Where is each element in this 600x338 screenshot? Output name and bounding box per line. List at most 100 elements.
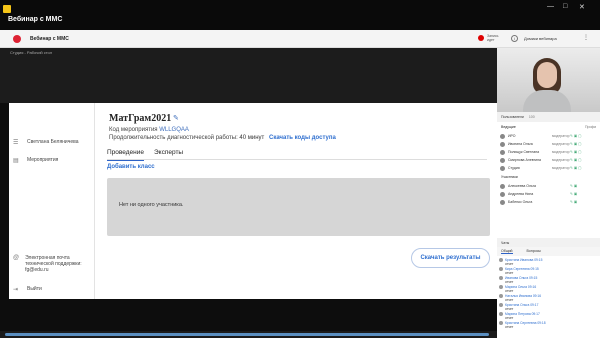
edit-pencil-icon[interactable]: ✎ <box>173 114 179 122</box>
sidebar-item-user[interactable]: ☰ Светлана Беляничева <box>13 139 78 146</box>
info-icon[interactable]: i <box>511 35 518 42</box>
event-code: Код мероприятия WLLGQAA <box>109 127 189 133</box>
list-item[interactable]: Ивонина Ольга модератор ✎ ▣ ▢ <box>500 140 597 148</box>
participant-name: Смирнова Алевтина <box>508 158 541 162</box>
participant-role: модератор <box>552 158 570 162</box>
avatar <box>500 165 505 171</box>
avatar <box>500 133 505 139</box>
event-code-value: WLLGQAA <box>159 127 189 133</box>
app-icon <box>3 5 11 13</box>
participant-controls[interactable]: ✎ ▣ <box>570 192 577 196</box>
avatar <box>499 321 503 325</box>
empty-message: Нет ни одного участника. <box>119 202 184 208</box>
breadcrumb: Студия - Рабочий стол <box>10 50 53 55</box>
app-toolbar: Вебинар с ММС Запись идет i Домики вебин… <box>0 30 600 48</box>
chat-message: Наталья Иванова 09:16 отчет <box>499 294 541 302</box>
participants-title: Пользователи <box>501 115 524 119</box>
logout-icon: ⇥ <box>13 287 19 293</box>
duration-label: Продолжительность диагностической работы… <box>109 135 238 141</box>
list-item[interactable]: Полищук Светлана модератор ✎ ▣ ▢ <box>500 148 597 156</box>
list-item[interactable]: ИРО модератор ✎ ▣ ▢ <box>500 132 597 140</box>
chat-tabs: Общий Вопросы <box>497 247 600 256</box>
avatar <box>499 267 503 271</box>
participant-controls[interactable]: ✎ ▣ <box>570 200 577 204</box>
tab-chat-general[interactable]: Общий <box>501 249 513 254</box>
download-results-button[interactable]: Скачать результаты <box>411 248 490 268</box>
sort-label[interactable]: Профи <box>585 125 596 129</box>
horizontal-scrollbar[interactable] <box>0 331 497 338</box>
participant-name: Андреева Нина <box>508 192 534 196</box>
brand-name: Вебинар с ММС <box>30 36 69 42</box>
chat-message: Марина Петрова 09:17 отчет <box>499 312 540 320</box>
section-participants: Участники <box>501 175 518 179</box>
list-item[interactable]: Смирнова Алевтина модератор ✎ ▣ ▢ <box>500 156 597 164</box>
tabs-divider <box>107 159 487 160</box>
participant-controls[interactable]: ✎ ▣ ▢ <box>570 166 582 170</box>
support-email: Электронная почта технической поддержки:… <box>25 255 82 273</box>
participant-controls[interactable]: ✎ ▣ ▢ <box>570 150 582 154</box>
participant-name: Бабенко Ольга <box>508 200 533 204</box>
minimize-button[interactable]: — <box>547 3 554 10</box>
participant-controls[interactable]: ✎ ▣ ▢ <box>570 142 582 146</box>
sidebar-item-label: Мероприятия <box>27 157 59 163</box>
participant-name: Студия <box>508 166 520 170</box>
menu-icon: ☰ <box>13 140 19 146</box>
chat-panel: Чаты Общий Вопросы Кристина Иванова 09:1… <box>497 238 600 338</box>
participant-name: ИРО <box>508 134 516 138</box>
brand-logo-icon <box>13 35 21 43</box>
list-item[interactable]: Бабенко Ольга ✎ ▣ <box>500 198 597 206</box>
list-item[interactable]: Студия модератор ✎ ▣ ▢ <box>500 164 597 172</box>
shared-screen: ☰ Светлана Беляничева ▤ Мероприятия @ Эл… <box>9 103 497 299</box>
sidebar-item-events[interactable]: ▤ Мероприятия <box>13 157 58 164</box>
sidebar-item-logout[interactable]: ⇥ Выйти <box>13 286 42 293</box>
participant-name: Алексеева Ольга <box>508 184 536 188</box>
record-status: Запись идет <box>487 34 498 42</box>
list-item[interactable]: Алексеева Ольга ✎ ▣ <box>500 182 597 190</box>
participant-controls[interactable]: ✎ ▣ ▢ <box>570 158 582 162</box>
at-icon: @ <box>13 255 20 261</box>
chat-text: отчет <box>505 298 514 302</box>
download-codes-link[interactable]: Скачать коды доступа <box>269 135 336 141</box>
stage-background <box>0 48 497 103</box>
avatar <box>500 199 505 205</box>
tab-chat-questions[interactable]: Вопросы <box>527 249 541 254</box>
avatar <box>499 312 503 316</box>
window-titlebar: Вебинар с ММС — □ ✕ <box>0 0 600 30</box>
chat-text: отчет <box>505 280 514 284</box>
participant-name: Полищук Светлана <box>508 150 540 154</box>
avatar <box>500 149 505 155</box>
event-main: МатГрам2021 ✎ Код мероприятия WLLGQAA Пр… <box>97 103 497 299</box>
participant-controls[interactable]: ✎ ▣ ▢ <box>570 134 582 138</box>
chat-message: Кристина Сергеевна 09:18 отчет <box>499 321 546 329</box>
maximize-button[interactable]: □ <box>563 3 567 10</box>
avatar <box>499 276 503 280</box>
chat-message: Кира Сергеевна 09:15 отчет <box>499 267 539 275</box>
chat-message: Иванова Ольга 09:15 отчет <box>499 276 537 284</box>
event-code-label: Код мероприятия <box>109 127 158 133</box>
close-button[interactable]: ✕ <box>579 3 585 11</box>
participant-role: модератор <box>552 134 570 138</box>
more-menu-icon[interactable]: ⋮ <box>583 34 589 41</box>
record-icon[interactable] <box>478 35 484 41</box>
avatar <box>500 141 505 147</box>
avatar <box>500 157 505 163</box>
chat-text: отчет <box>505 262 514 266</box>
speaker-face <box>537 62 557 88</box>
event-duration: Продолжительность диагностической работы… <box>109 135 336 141</box>
chat-text: отчет <box>505 307 514 311</box>
chat-text: отчет <box>505 325 514 329</box>
scrollbar-thumb[interactable] <box>5 333 489 336</box>
participants-header[interactable]: Пользователи 100 <box>497 112 600 122</box>
sidebar-item-support[interactable]: @ Электронная почта технической поддержк… <box>13 255 93 273</box>
record-status-line2: идет <box>487 38 495 42</box>
add-class-link[interactable]: Добавить класс <box>107 164 155 170</box>
avatar <box>500 191 505 197</box>
window-title: Вебинар с ММС <box>8 16 63 23</box>
list-item[interactable]: Андреева Нина ✎ ▣ <box>500 190 597 198</box>
document-icon: ▤ <box>13 158 19 164</box>
sidebar: ☰ Светлана Беляничева ▤ Мероприятия @ Эл… <box>9 103 95 299</box>
chat-text: отчет <box>505 316 514 320</box>
avatar <box>499 258 503 262</box>
participant-controls[interactable]: ✎ ▣ <box>570 184 577 188</box>
chat-message: Марина Ольга 09:16 отчет <box>499 285 536 293</box>
